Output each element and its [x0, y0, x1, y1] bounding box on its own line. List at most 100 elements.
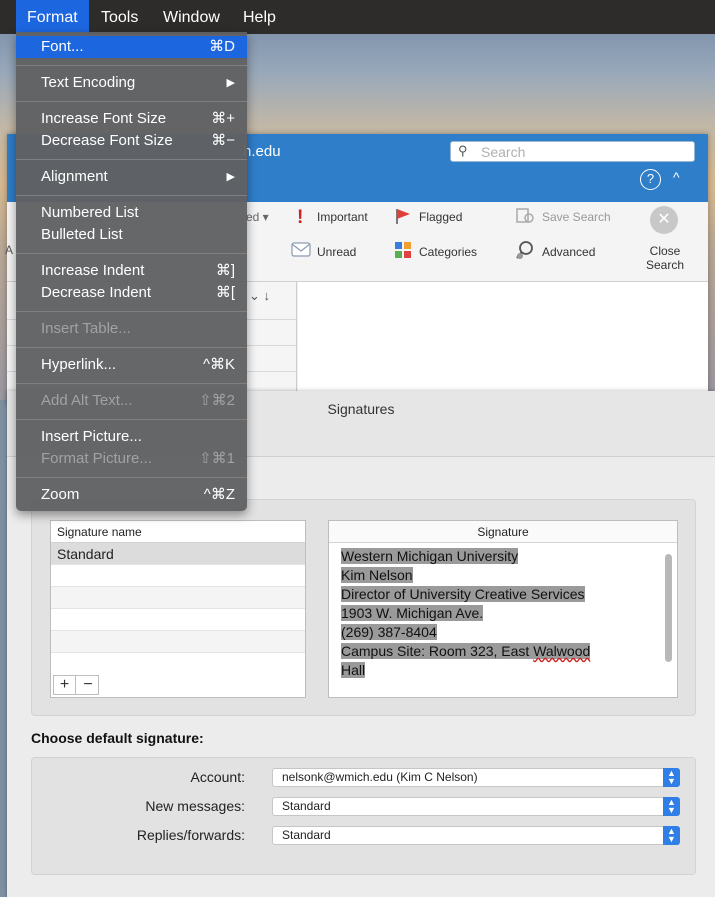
menu-item-increase-font-size[interactable]: Increase Font Size ⌘+ — [16, 108, 247, 130]
account-select[interactable]: nelsonk@wmich.edu (Kim C Nelson) ▲ ▼ — [272, 768, 680, 787]
chevron-updown-icon: ▲ ▼ — [663, 768, 680, 787]
search-placeholder: Search — [481, 144, 526, 160]
unread-envelope-icon — [291, 242, 311, 257]
help-icon[interactable]: ? — [640, 169, 661, 190]
signature-header: Signature — [329, 521, 677, 543]
menu-item-label: Decrease Indent — [41, 284, 152, 301]
signature-line: Kim Nelson — [341, 567, 413, 583]
signature-editor[interactable]: Signature Western Michigan University Ki… — [328, 520, 678, 698]
menu-item-insert-table[interactable]: Insert Table... — [16, 318, 247, 340]
menu-separator — [16, 253, 247, 254]
menu-item-alignment[interactable]: Alignment ▶ — [16, 166, 247, 188]
replies-select[interactable]: Standard ▲ ▼ — [272, 826, 680, 845]
menu-item-text-encoding[interactable]: Text Encoding ▶ — [16, 72, 247, 94]
shortcut-label: ⌘D — [209, 38, 235, 55]
menu-tools[interactable]: Tools — [90, 0, 149, 34]
menu-item-label: Font... — [41, 38, 84, 55]
menu-item-label: Add Alt Text... — [41, 392, 133, 409]
categories-button[interactable]: Categories — [419, 245, 477, 259]
menu-item-decrease-indent[interactable]: Decrease Indent ⌘[ — [16, 282, 247, 304]
menu-separator — [16, 347, 247, 348]
close-search-label-1[interactable]: Close — [645, 244, 685, 258]
shortcut-label: ⌘− — [211, 132, 235, 149]
menu-item-label: Insert Table... — [41, 320, 131, 337]
menu-item-label: Increase Indent — [41, 262, 145, 279]
format-menu: Font... ⌘D Text Encoding ▶ Increase Font S… — [16, 32, 247, 511]
menu-separator — [16, 311, 247, 312]
signature-line-misspelled: Walwood — [533, 643, 591, 659]
shortcut-label: ⌘+ — [211, 110, 235, 127]
sort-controls[interactable]: ⌄ ↓ — [249, 288, 270, 304]
menu-item-insert-picture[interactable]: Insert Picture... — [16, 426, 247, 448]
signature-line: 1903 W. Michigan Ave. — [341, 605, 484, 621]
save-search-button[interactable]: Save Search — [542, 210, 611, 224]
menu-separator — [16, 159, 247, 160]
unread-button[interactable]: Unread — [317, 245, 356, 259]
reading-pane — [298, 282, 708, 404]
signature-text[interactable]: Western Michigan University Kim Nelson D… — [341, 547, 659, 680]
chevron-updown-icon: ▲ ▼ — [663, 797, 680, 816]
menu-item-zoom[interactable]: Zoom ^⌘Z — [16, 484, 247, 506]
menu-format[interactable]: Format — [16, 0, 89, 34]
menu-item-label: Numbered List — [41, 204, 139, 221]
menu-item-hyperlink[interactable]: Hyperlink... ^⌘K — [16, 354, 247, 376]
collapse-ribbon-icon[interactable]: ^ — [673, 169, 680, 185]
close-search-icon[interactable]: ✕ — [650, 206, 678, 234]
search-field[interactable]: ⚲ Search — [450, 141, 695, 162]
default-signature-heading: Choose default signature: — [31, 730, 204, 746]
menu-item-font[interactable]: Font... ⌘D — [16, 36, 247, 58]
important-icon: ! — [297, 207, 304, 228]
submenu-arrow-icon: ▶ — [226, 171, 235, 183]
add-signature-button[interactable]: + — [54, 676, 76, 695]
ribbon-partial-label: ed ▾ — [246, 210, 269, 224]
remove-signature-button[interactable]: − — [77, 676, 99, 695]
menu-item-label: Format Picture... — [41, 450, 152, 467]
shortcut-label: ^⌘Z — [203, 486, 235, 503]
menu-item-label: Text Encoding — [41, 74, 136, 91]
new-messages-select[interactable]: Standard ▲ ▼ — [272, 797, 680, 816]
add-remove-controls: + − — [53, 675, 99, 695]
menu-window[interactable]: Window — [152, 0, 231, 34]
flag-icon — [396, 209, 410, 224]
list-item — [51, 631, 305, 653]
menu-item-label: Insert Picture... — [41, 428, 142, 445]
submenu-arrow-icon: ▶ — [226, 77, 235, 89]
replies-label: Replies/forwards: — [136, 827, 245, 843]
list-item — [51, 609, 305, 631]
shortcut-label: ^⌘K — [202, 356, 235, 373]
signature-line: Campus Site: Room 323, East — [341, 643, 534, 659]
categories-icon — [395, 242, 411, 258]
flagged-button[interactable]: Flagged — [419, 210, 462, 224]
menu-item-format-picture[interactable]: Format Picture... ⇧⌘1 — [16, 448, 247, 470]
list-item — [51, 587, 305, 609]
list-item — [51, 565, 305, 587]
signature-line: (269) 387-8404 — [341, 624, 437, 640]
menu-help[interactable]: Help — [232, 0, 287, 34]
menu-item-decrease-font-size[interactable]: Decrease Font Size ⌘− — [16, 130, 247, 152]
search-icon: ⚲ — [458, 143, 468, 158]
menu-item-bulleted-list[interactable]: Bulleted List — [16, 224, 247, 246]
menu-separator — [16, 195, 247, 196]
menu-item-label: Bulleted List — [41, 226, 123, 243]
menu-item-numbered-list[interactable]: Numbered List — [16, 202, 247, 224]
menu-item-add-alt-text[interactable]: Add Alt Text... ⇧⌘2 — [16, 390, 247, 412]
scrollbar[interactable] — [665, 554, 672, 662]
menu-item-label: Hyperlink... — [41, 356, 117, 373]
important-button[interactable]: Important — [317, 210, 368, 224]
advanced-button[interactable]: Advanced — [542, 245, 595, 259]
account-label: Account: — [190, 769, 245, 785]
new-messages-value: Standard — [282, 799, 331, 813]
signature-list-item[interactable]: Standard — [51, 543, 305, 565]
menu-item-increase-indent[interactable]: Increase Indent ⌘] — [16, 260, 247, 282]
shortcut-label: ⌘[ — [215, 284, 235, 301]
close-search-label-2[interactable]: Search — [639, 258, 691, 272]
chevron-updown-icon: ▲ ▼ — [663, 826, 680, 845]
menu-separator — [16, 101, 247, 102]
menu-separator — [16, 419, 247, 420]
menu-separator — [16, 383, 247, 384]
menu-item-label: Zoom — [41, 486, 80, 503]
signature-line: Western Michigan University — [341, 548, 519, 564]
replies-value: Standard — [282, 828, 331, 842]
screen: h.edu ⚲ Search ? ^ A ed ▾ ! Important Fl… — [0, 0, 715, 897]
advanced-search-icon — [516, 241, 533, 259]
